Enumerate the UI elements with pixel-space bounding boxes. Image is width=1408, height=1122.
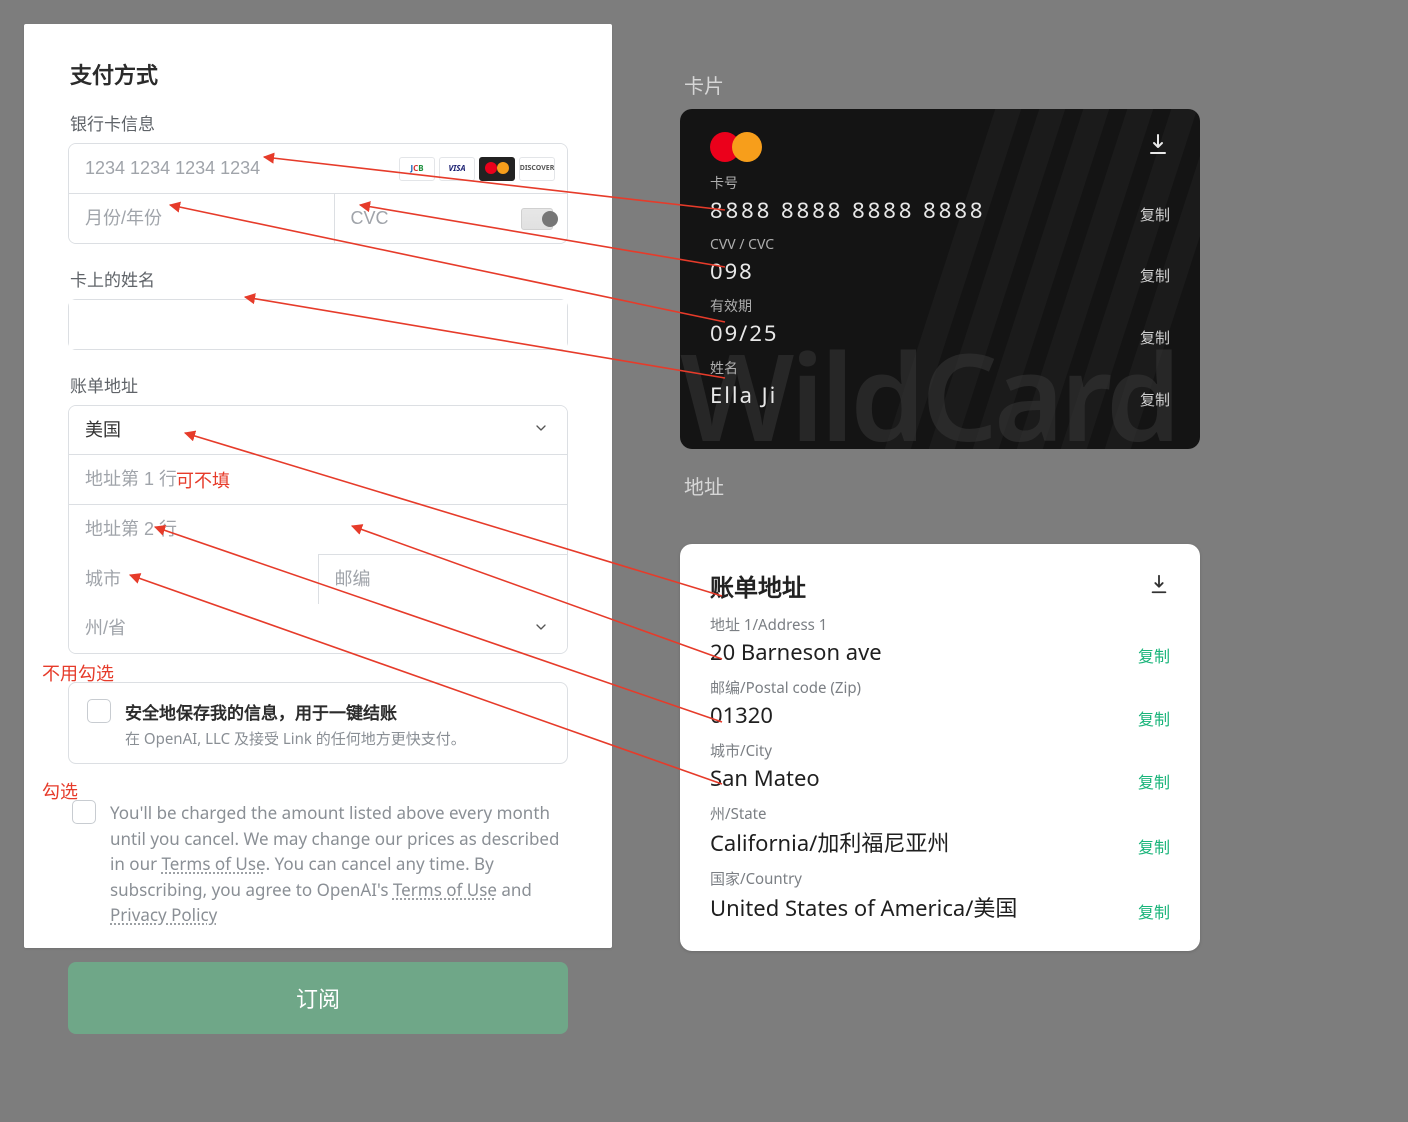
annotation-optional: 可不填 <box>176 467 230 493</box>
zip-label: 邮编/Postal code (Zip) <box>710 677 861 698</box>
city-input[interactable] <box>69 554 319 604</box>
billing-address-label: 账单地址 <box>70 372 568 397</box>
copy-cvv-button[interactable]: 复制 <box>1140 265 1170 286</box>
copy-expiry-button[interactable]: 复制 <box>1140 327 1170 348</box>
card-expiry-label: 有效期 <box>710 296 779 316</box>
jcb-icon: JCB <box>399 157 435 181</box>
cvc-icon: 123 <box>521 208 553 230</box>
copy-city-button[interactable]: 复制 <box>1138 769 1170 793</box>
card-info-label: 银行卡信息 <box>70 110 568 135</box>
country-label: 国家/Country <box>710 868 1017 889</box>
country-select[interactable]: 美国 <box>69 406 567 454</box>
card-name-label: 姓名 <box>710 358 777 378</box>
name-on-card-input[interactable] <box>69 300 567 349</box>
city-value: San Mateo <box>710 763 820 793</box>
terms-box: You'll be charged the amount listed abov… <box>68 800 568 928</box>
card-expiry-value: 09/25 <box>710 318 779 348</box>
download-icon[interactable] <box>1148 573 1170 600</box>
state-value: California/加利福尼亚州 <box>710 826 949 858</box>
card-input-group: JCB VISA DISCOVER 123 <box>68 143 568 244</box>
billing-address-group: 美国 <box>68 405 568 654</box>
country-value: United States of America/美国 <box>710 891 1017 923</box>
card-cvv-label: CVV / CVC <box>710 235 774 254</box>
right-column: 卡片 WildCard 卡号 8888 8888 8888 8888 复制 <box>680 70 1200 951</box>
expiry-cvc-row: 123 <box>69 193 567 243</box>
city-label: 城市/City <box>710 740 820 761</box>
expiry-input[interactable] <box>69 193 335 243</box>
copy-state-button[interactable]: 复制 <box>1138 834 1170 858</box>
save-info-title: 安全地保存我的信息，用于一键结账 <box>125 699 466 724</box>
discover-icon: DISCOVER <box>519 157 555 181</box>
card-brand-icons: JCB VISA DISCOVER <box>399 157 555 181</box>
save-info-subtitle: 在 OpenAI, LLC 及接受 Link 的任何地方更快支付。 <box>125 728 466 749</box>
privacy-policy-link[interactable]: Privacy Policy <box>110 903 217 926</box>
address-1-label: 地址 1/Address 1 <box>710 614 882 635</box>
download-icon[interactable] <box>1146 132 1170 162</box>
virtual-card: WildCard 卡号 8888 8888 8888 8888 复制 CVV /… <box>680 109 1200 449</box>
terms-of-use-link-1[interactable]: Terms of Use <box>162 852 266 875</box>
address-section-label: 地址 <box>684 471 1200 500</box>
address-1-value: 20 Barneson ave <box>710 637 882 667</box>
card-number-value: 8888 8888 8888 8888 <box>710 195 986 225</box>
copy-name-button[interactable]: 复制 <box>1140 389 1170 410</box>
zip-value: 01320 <box>710 700 861 730</box>
annotation-no-check: 不用勾选 <box>42 660 114 686</box>
address-line-2-input[interactable] <box>69 504 567 554</box>
name-on-card-label: 卡上的姓名 <box>70 266 568 291</box>
terms-of-use-link-2[interactable]: Terms of Use <box>393 878 497 901</box>
payment-form-panel: 支付方式 银行卡信息 JCB VISA DISCOVER 123 卡上的姓名 账… <box>24 24 612 948</box>
terms-text: You'll be charged the amount listed abov… <box>110 800 564 928</box>
payment-method-title: 支付方式 <box>70 58 568 90</box>
state-label: 州/State <box>710 803 949 824</box>
card-number-row: JCB VISA DISCOVER <box>69 144 567 193</box>
copy-address-1-button[interactable]: 复制 <box>1138 643 1170 667</box>
name-on-card-wrap <box>68 299 568 350</box>
card-number-label: 卡号 <box>710 173 986 193</box>
card-cvv-value: 098 <box>710 256 774 286</box>
annotation-check: 勾选 <box>42 778 78 804</box>
mastercard-icon <box>710 131 762 163</box>
billing-address-title: 账单地址 <box>710 568 806 604</box>
visa-icon: VISA <box>439 157 475 181</box>
billing-address-card: 账单地址 地址 1/Address 120 Barneson ave 复制 邮编… <box>680 544 1200 951</box>
mastercard-icon <box>479 157 515 181</box>
state-input[interactable] <box>69 604 567 653</box>
address-line-1-input[interactable] <box>69 454 567 504</box>
save-info-checkbox[interactable] <box>87 699 111 723</box>
copy-card-number-button[interactable]: 复制 <box>1140 204 1170 225</box>
subscribe-button[interactable]: 订阅 <box>68 962 568 1034</box>
card-name-value: Ella Ji <box>710 380 777 410</box>
country-select-wrap: 美国 <box>69 406 567 454</box>
zip-input[interactable] <box>319 554 568 604</box>
copy-country-button[interactable]: 复制 <box>1138 899 1170 923</box>
card-section-label: 卡片 <box>684 70 1200 99</box>
copy-zip-button[interactable]: 复制 <box>1138 706 1170 730</box>
save-info-box[interactable]: 安全地保存我的信息，用于一键结账 在 OpenAI, LLC 及接受 Link … <box>68 682 568 764</box>
